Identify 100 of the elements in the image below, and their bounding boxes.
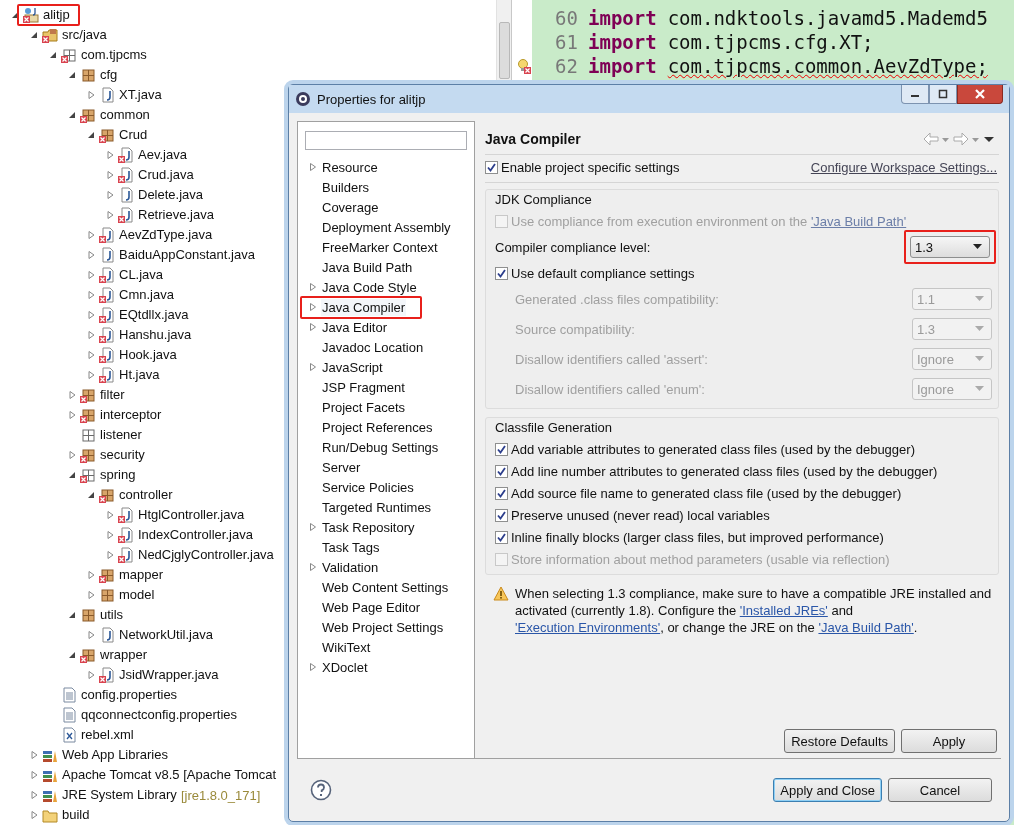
nav-item[interactable]: Web Project Settings [321, 618, 445, 636]
expand-icon[interactable] [308, 522, 317, 532]
tree-item[interactable]: common [100, 107, 150, 123]
checkbox[interactable] [495, 266, 508, 280]
expand-icon[interactable] [67, 390, 77, 400]
tree-item[interactable]: interceptor [100, 407, 162, 423]
filter-field[interactable] [305, 131, 467, 150]
expand-icon[interactable] [86, 90, 96, 100]
tree-item[interactable]: EQtdllx.java [119, 307, 189, 323]
nav-item[interactable]: Validation [321, 558, 380, 576]
forward-arrow-icon[interactable] [953, 132, 969, 146]
tree-item[interactable]: NedCjglyController.java [138, 547, 274, 563]
expand-icon[interactable] [86, 310, 96, 320]
collapse-icon[interactable] [67, 470, 77, 480]
tree-item[interactable]: JRE System Library [62, 787, 177, 803]
tree-item[interactable]: BaiduAppConstant.java [119, 247, 255, 263]
tree-item[interactable]: com.tjpcms [81, 47, 147, 63]
expand-icon[interactable] [86, 630, 96, 640]
tree-item[interactable]: NetworkUtil.java [119, 627, 213, 643]
tree-item[interactable]: CL.java [119, 267, 164, 283]
nav-item[interactable]: Web Page Editor [321, 598, 422, 616]
tree-item[interactable]: Cmn.java [119, 287, 174, 303]
checkbox[interactable] [495, 508, 508, 522]
tree-item[interactable]: controller [119, 487, 173, 503]
nav-item[interactable]: WikiText [321, 638, 372, 656]
tree-item[interactable]: Hook.java [119, 347, 177, 363]
expand-icon[interactable] [105, 190, 115, 200]
tree-item[interactable]: utils [100, 607, 124, 623]
tree-item[interactable]: AevZdType.java [119, 227, 213, 243]
expand-icon[interactable] [308, 322, 317, 332]
tree-item[interactable]: rebel.xml [81, 727, 134, 743]
collapse-icon[interactable] [67, 70, 77, 80]
expand-icon[interactable] [105, 210, 115, 220]
checkbox[interactable] [495, 464, 508, 478]
nav-item[interactable]: Web Content Settings [321, 578, 450, 596]
nav-item[interactable]: Task Repository [321, 518, 416, 536]
checkbox[interactable] [495, 530, 508, 544]
expand-icon[interactable] [308, 362, 317, 372]
tree-item[interactable]: qqconnectconfig.properties [81, 707, 238, 723]
expand-icon[interactable] [86, 330, 96, 340]
expand-icon[interactable] [105, 170, 115, 180]
tree-item[interactable]: Crud [119, 127, 148, 143]
tree-item[interactable]: src/java [62, 27, 107, 43]
nav-item[interactable]: Run/Debug Settings [321, 438, 440, 456]
expand-icon[interactable] [29, 770, 39, 780]
maximize-button[interactable] [929, 85, 957, 104]
tree-item[interactable]: spring [100, 467, 136, 483]
nav-item[interactable]: Java Code Style [321, 278, 418, 296]
expand-icon[interactable] [308, 162, 317, 172]
tree-item[interactable]: Aev.java [138, 147, 187, 163]
nav-item[interactable]: FreeMarker Context [321, 238, 439, 256]
tree-item[interactable]: config.properties [81, 687, 178, 703]
collapse-icon[interactable] [86, 130, 96, 140]
tree-item[interactable]: Apache Tomcat v8.5 [Apache Tomcat [62, 767, 277, 783]
nav-item[interactable]: XDoclet [321, 658, 369, 676]
collapse-icon[interactable] [67, 610, 77, 620]
help-button[interactable] [310, 779, 332, 801]
expand-icon[interactable] [86, 230, 96, 240]
nav-item[interactable]: Builders [321, 178, 370, 196]
expand-icon[interactable] [86, 270, 96, 280]
expand-icon[interactable] [308, 662, 317, 672]
tree-item[interactable]: build [62, 807, 90, 823]
nav-item[interactable]: Javadoc Location [321, 338, 425, 356]
expand-icon[interactable] [86, 250, 96, 260]
nav-item[interactable]: JavaScript [321, 358, 384, 376]
expand-icon[interactable] [105, 510, 115, 520]
tree-item[interactable]: model [119, 587, 155, 603]
expand-icon[interactable] [105, 150, 115, 160]
expand-icon[interactable] [105, 530, 115, 540]
tree-item[interactable]: IndexController.java [138, 527, 253, 543]
expand-icon[interactable] [29, 810, 39, 820]
nav-item[interactable]: Project Facets [321, 398, 407, 416]
tree-item[interactable]: mapper [119, 567, 164, 583]
tree-item[interactable]: Retrieve.java [138, 207, 214, 223]
configure-link[interactable]: Configure Workspace Settings... [810, 159, 997, 175]
nav-item[interactable]: Resource [321, 158, 379, 176]
expand-icon[interactable] [86, 670, 96, 680]
collapse-icon[interactable] [48, 50, 58, 60]
tree-item[interactable]: Hanshu.java [119, 327, 192, 343]
tree-item[interactable]: security [100, 447, 145, 463]
tree-item[interactable]: listener [100, 427, 142, 443]
nav-item[interactable]: Server [321, 458, 362, 476]
expand-icon[interactable] [86, 290, 96, 300]
tree-item[interactable]: JsidWrapper.java [119, 667, 219, 683]
checkbox[interactable] [495, 442, 508, 456]
tree-item[interactable]: cfg [100, 67, 118, 83]
expand-icon[interactable] [86, 370, 96, 380]
error-marker-icon[interactable] [516, 58, 532, 74]
tree-item[interactable]: wrapper [100, 647, 147, 663]
expand-icon[interactable] [86, 590, 96, 600]
nav-item[interactable]: Task Tags [321, 538, 381, 556]
expand-icon[interactable] [29, 790, 39, 800]
tree-item[interactable]: Delete.java [138, 187, 204, 203]
expand-icon[interactable] [29, 750, 39, 760]
checkbox[interactable] [495, 486, 508, 500]
collapse-icon[interactable] [67, 650, 77, 660]
expand-icon[interactable] [105, 550, 115, 560]
nav-item[interactable]: Project References [321, 418, 434, 436]
expand-icon[interactable] [86, 570, 96, 580]
nav-item[interactable]: Deployment Assembly [321, 218, 452, 236]
